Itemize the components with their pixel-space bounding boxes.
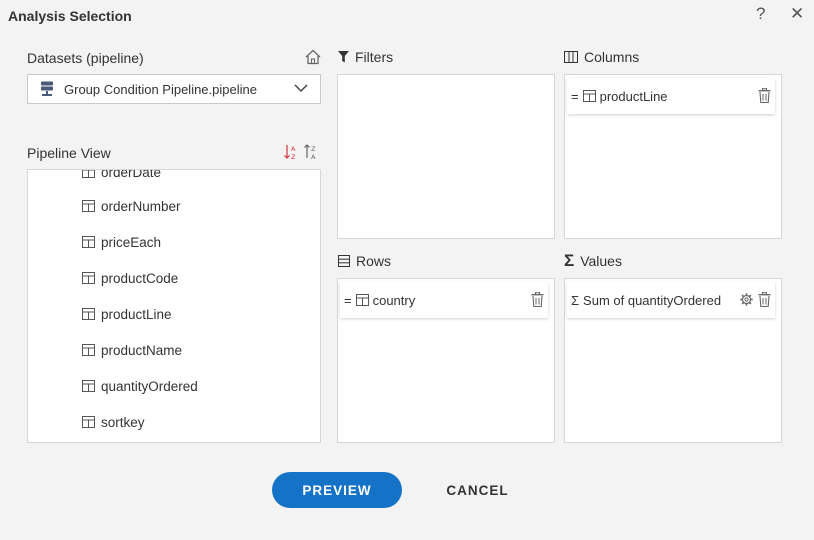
- column-chip-label: productLine: [599, 88, 668, 104]
- row-chip[interactable]: = country: [340, 282, 548, 318]
- table-column-icon: [82, 344, 95, 356]
- table-column-icon: [355, 294, 369, 306]
- field-item[interactable]: orderNumber: [82, 196, 181, 216]
- help-icon[interactable]: ?: [756, 4, 765, 24]
- close-icon[interactable]: ✕: [790, 4, 804, 24]
- rows-drop-zone[interactable]: = country: [337, 278, 555, 443]
- pipeline-field-list[interactable]: orderDate orderNumber priceEach productC…: [27, 169, 321, 443]
- sort-descending-icon[interactable]: Z A: [304, 144, 318, 160]
- drag-handle[interactable]: =: [571, 89, 579, 104]
- table-column-icon: [82, 272, 95, 284]
- sort-ascending-icon[interactable]: A Z: [284, 144, 298, 160]
- trash-icon[interactable]: [758, 88, 771, 103]
- table-column-icon: [82, 416, 95, 428]
- columns-drop-zone[interactable]: = productLine: [564, 74, 782, 239]
- svg-text:A: A: [311, 153, 316, 160]
- values-label: Σ Values: [564, 251, 622, 270]
- filters-drop-zone[interactable]: [337, 74, 555, 239]
- table-column-icon: [82, 308, 95, 320]
- svg-text:Z: Z: [291, 153, 296, 160]
- sort-controls: A Z Z A: [284, 144, 318, 160]
- field-item[interactable]: orderDate: [82, 170, 161, 182]
- table-column-icon: [82, 170, 95, 178]
- dataset-select[interactable]: Group Condition Pipeline.pipeline: [27, 74, 321, 104]
- dataset-select-value: Group Condition Pipeline.pipeline: [64, 81, 257, 97]
- column-chip[interactable]: = productLine: [567, 78, 775, 114]
- field-item[interactable]: productLine: [82, 304, 172, 324]
- field-item[interactable]: quantityOrdered: [82, 376, 198, 396]
- svg-text:A: A: [291, 145, 296, 153]
- rows-label: Rows: [338, 253, 391, 269]
- table-column-icon: [82, 200, 95, 212]
- value-chip[interactable]: Σ Sum of quantityOrdered: [567, 282, 775, 318]
- chevron-down-icon: [294, 84, 308, 93]
- cancel-button[interactable]: CANCEL: [430, 472, 525, 508]
- sigma-icon: Σ: [564, 251, 575, 270]
- rows-icon: [338, 255, 350, 267]
- row-chip-label: country: [372, 292, 416, 308]
- home-icon[interactable]: [304, 48, 322, 66]
- field-item[interactable]: productName: [82, 340, 182, 360]
- database-icon: [41, 81, 53, 96]
- sigma-icon: Σ: [571, 292, 580, 308]
- table-column-icon: [582, 90, 596, 102]
- trash-icon[interactable]: [531, 292, 544, 307]
- datasets-label: Datasets (pipeline): [27, 50, 144, 66]
- columns-icon: [564, 51, 578, 63]
- table-column-icon: [82, 380, 95, 392]
- dialog-title: Analysis Selection: [8, 8, 132, 24]
- table-column-icon: [82, 236, 95, 248]
- filters-label: Filters: [338, 49, 393, 65]
- columns-label: Columns: [564, 49, 639, 65]
- svg-text:Z: Z: [311, 145, 316, 153]
- pipeline-view-label: Pipeline View: [27, 145, 111, 161]
- field-item[interactable]: sortkey: [82, 412, 145, 432]
- field-item[interactable]: productCode: [82, 268, 178, 288]
- preview-button[interactable]: PREVIEW: [272, 472, 402, 508]
- trash-icon[interactable]: [758, 292, 771, 307]
- drag-handle[interactable]: =: [344, 293, 352, 308]
- field-item[interactable]: priceEach: [82, 232, 161, 252]
- values-drop-zone[interactable]: Σ Sum of quantityOrdered: [564, 278, 782, 443]
- gear-icon[interactable]: [740, 293, 753, 306]
- filter-icon: [338, 51, 349, 63]
- value-chip-label: Sum of quantityOrdered: [583, 292, 722, 308]
